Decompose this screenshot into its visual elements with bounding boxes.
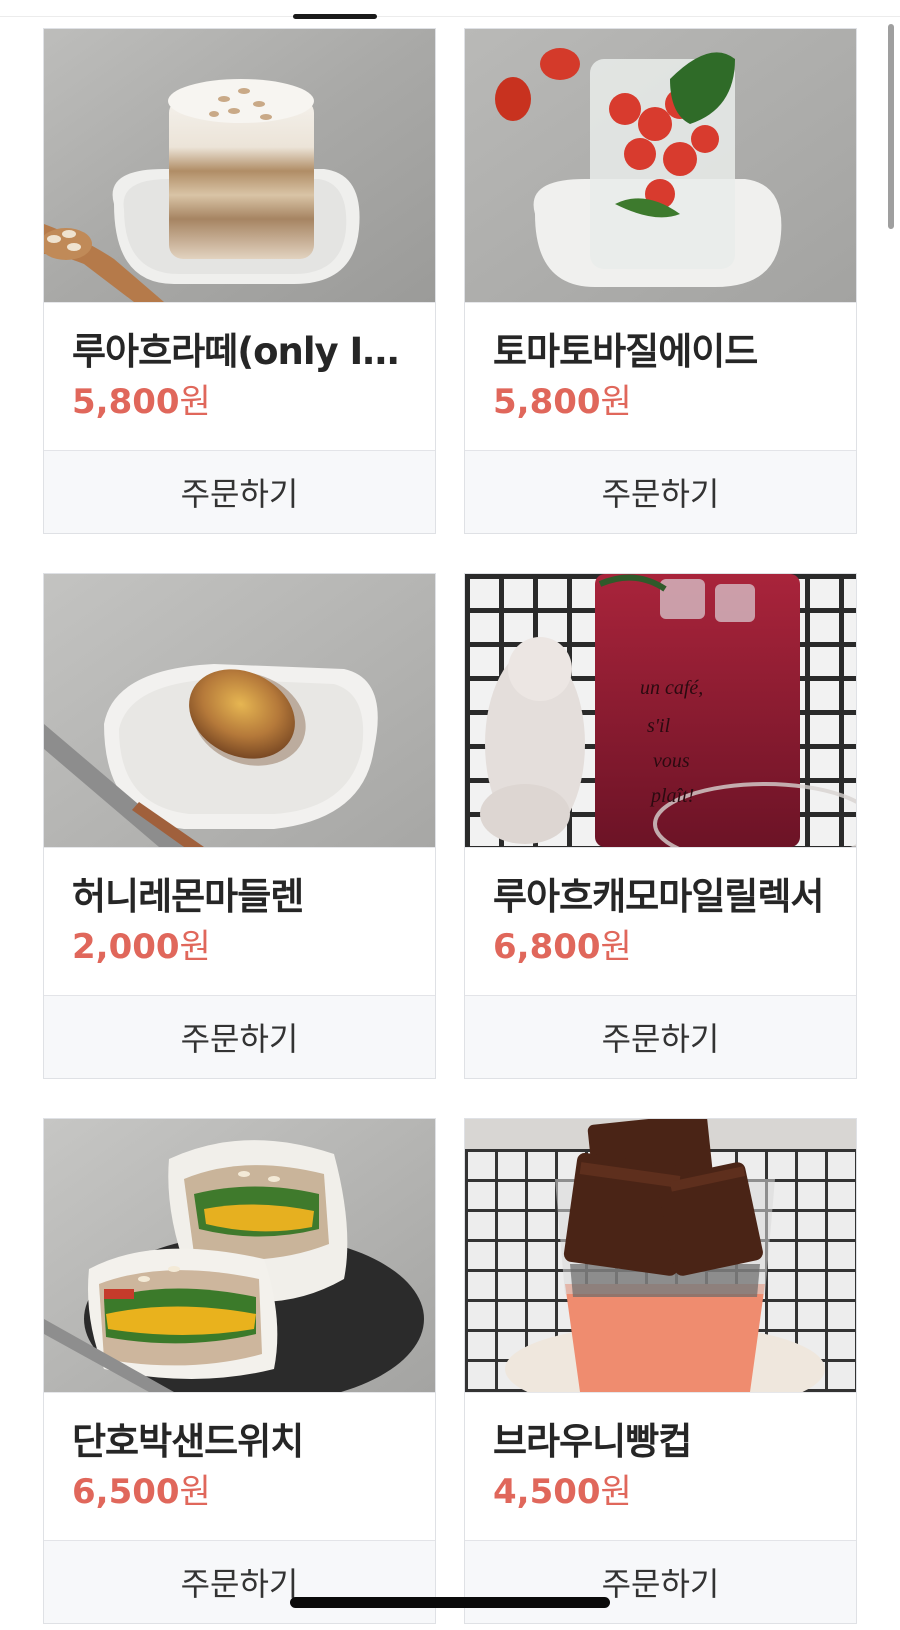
madeleine-image [44, 574, 435, 847]
price-value: 6,500 [72, 1472, 180, 1512]
brownie-cup-image [465, 1119, 856, 1392]
price-currency: 원 [600, 927, 632, 967]
sandwich-photo[interactable] [44, 1119, 435, 1392]
order-button[interactable]: 주문하기 [465, 995, 856, 1078]
price-currency: 원 [600, 382, 632, 422]
product-card[interactable]: un café, s'il vous plaît! 루아흐캐모마일릴렉서 6,8… [464, 573, 857, 1079]
product-price: 2,000원 [72, 926, 407, 968]
cup-writing-line-1: un café, [640, 677, 703, 699]
product-grid: 루아흐라떼(only Ic... 5,800원 주문하기 토마토바질에이드 5,… [43, 28, 857, 1624]
iced-latte-image [44, 29, 435, 302]
tomato-basil-ade-image [465, 29, 856, 302]
drag-handle [293, 14, 377, 19]
product-card[interactable]: 토마토바질에이드 5,800원 주문하기 [464, 28, 857, 534]
cup-writing-line-4: plaît! [649, 785, 694, 807]
product-card[interactable]: 루아흐라떼(only Ic... 5,800원 주문하기 [43, 28, 436, 534]
product-info: 루아흐캐모마일릴렉서 6,800원 [465, 847, 856, 995]
product-card[interactable]: 단호박샌드위치 6,500원 주문하기 [43, 1118, 436, 1624]
sandwich-image [44, 1119, 435, 1392]
product-price: 5,800원 [72, 381, 407, 423]
product-name: 브라우니빵컵 [493, 1420, 692, 1463]
product-name: 토마토바질에이드 [493, 330, 758, 373]
order-button[interactable]: 주문하기 [44, 995, 435, 1078]
price-currency: 원 [600, 1472, 632, 1512]
iced-latte-photo[interactable] [44, 29, 435, 302]
red-iced-tea-photo[interactable]: un café, s'il vous plaît! [465, 574, 856, 847]
red-iced-tea-image: un café, s'il vous plaît! [465, 574, 856, 847]
product-price: 5,800원 [493, 381, 828, 423]
order-button[interactable]: 주문하기 [465, 1540, 856, 1623]
price-value: 5,800 [493, 382, 601, 422]
order-button[interactable]: 주문하기 [465, 450, 856, 533]
cup-writing-line-2: s'il [647, 715, 671, 737]
cup-writing-line-3: vous [653, 750, 690, 772]
product-info: 루아흐라떼(only Ic... 5,800원 [44, 302, 435, 450]
price-value: 2,000 [72, 927, 180, 967]
order-button[interactable]: 주문하기 [44, 1540, 435, 1623]
product-name: 허니레몬마들렌 [72, 875, 304, 918]
product-price: 6,800원 [493, 926, 828, 968]
product-price: 4,500원 [493, 1471, 828, 1513]
price-value: 6,800 [493, 927, 601, 967]
price-currency: 원 [179, 927, 211, 967]
top-bar [0, 0, 900, 17]
product-list-page: 루아흐라떼(only Ic... 5,800원 주문하기 토마토바질에이드 5,… [0, 0, 900, 1630]
product-info: 허니레몬마들렌 2,000원 [44, 847, 435, 995]
product-info: 토마토바질에이드 5,800원 [465, 302, 856, 450]
product-name: 단호박샌드위치 [72, 1420, 304, 1463]
price-value: 4,500 [493, 1472, 601, 1512]
product-info: 브라우니빵컵 4,500원 [465, 1392, 856, 1540]
price-currency: 원 [179, 1472, 211, 1512]
scrollbar[interactable] [888, 24, 894, 229]
product-name: 루아흐라떼(only Ic... [72, 330, 407, 373]
price-currency: 원 [179, 382, 211, 422]
product-price: 6,500원 [72, 1471, 407, 1513]
home-indicator[interactable] [290, 1597, 610, 1608]
product-name: 루아흐캐모마일릴렉서 [493, 875, 824, 918]
product-card[interactable]: 브라우니빵컵 4,500원 주문하기 [464, 1118, 857, 1624]
product-info: 단호박샌드위치 6,500원 [44, 1392, 435, 1540]
brownie-cup-photo[interactable] [465, 1119, 856, 1392]
product-card[interactable]: 허니레몬마들렌 2,000원 주문하기 [43, 573, 436, 1079]
price-value: 5,800 [72, 382, 180, 422]
order-button[interactable]: 주문하기 [44, 450, 435, 533]
tomato-basil-ade-photo[interactable] [465, 29, 856, 302]
madeleine-photo[interactable] [44, 574, 435, 847]
